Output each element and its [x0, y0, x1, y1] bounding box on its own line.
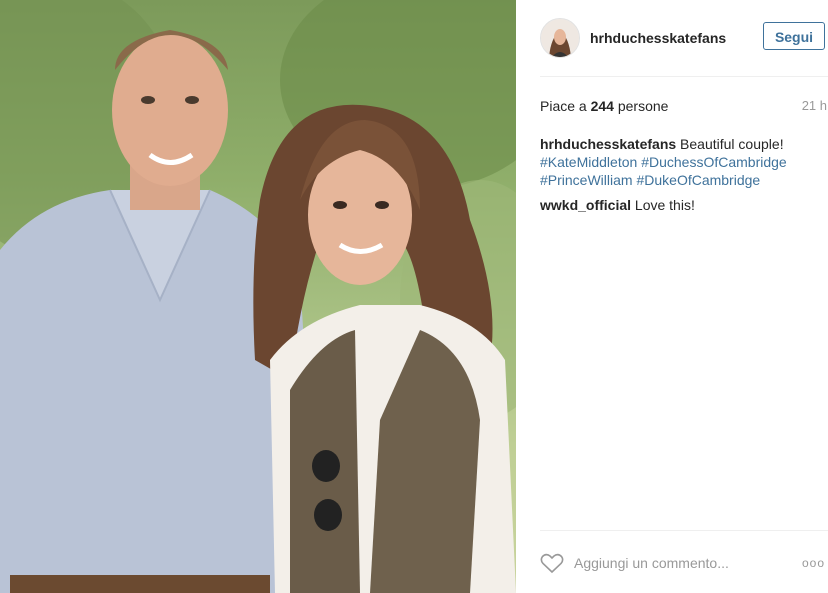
more-options-icon[interactable]: ooo — [802, 556, 825, 570]
comment-text: Love this! — [631, 197, 695, 213]
header-divider — [540, 76, 828, 77]
add-comment-input[interactable]: Aggiungi un commento... — [574, 555, 729, 571]
caption-username[interactable]: hrhduchesskatefans — [540, 136, 676, 152]
hashtag-link[interactable]: #DukeOfCambridge — [636, 172, 760, 188]
post-photo-illustration — [0, 0, 516, 593]
caption-text: Beautiful couple! — [676, 136, 784, 152]
hashtag-link[interactable]: #KateMiddleton — [540, 154, 637, 170]
author-username[interactable]: hrhduchesskatefans — [590, 30, 726, 46]
comment-username[interactable]: wwkd_official — [540, 197, 631, 213]
likes-number: 244 — [590, 98, 614, 114]
heart-outline-icon[interactable] — [540, 552, 564, 574]
post-footer: Aggiungi un commento... ooo — [516, 530, 828, 593]
post-details-pane: hrhduchesskatefans Segui Piace a 244 per… — [516, 0, 828, 593]
hashtag-link[interactable]: #PrinceWilliam — [540, 172, 633, 188]
post-header: hrhduchesskatefans Segui — [516, 0, 828, 76]
likes-suffix: persone — [613, 98, 669, 114]
avatar[interactable] — [540, 18, 580, 58]
post-photo — [0, 0, 516, 593]
post-timestamp[interactable]: 21 h — [802, 98, 827, 113]
comment-item: wwkd_official Love this! — [540, 197, 824, 213]
hashtag-link[interactable]: #DuchessOfCambridge — [641, 154, 787, 170]
likes-prefix: Piace a — [540, 98, 591, 114]
post-caption: hrhduchesskatefans Beautiful couple! #Ka… — [540, 135, 824, 189]
likes-count[interactable]: Piace a 244 persone — [540, 98, 668, 114]
follow-button[interactable]: Segui — [763, 22, 825, 50]
avatar-image — [541, 19, 579, 57]
